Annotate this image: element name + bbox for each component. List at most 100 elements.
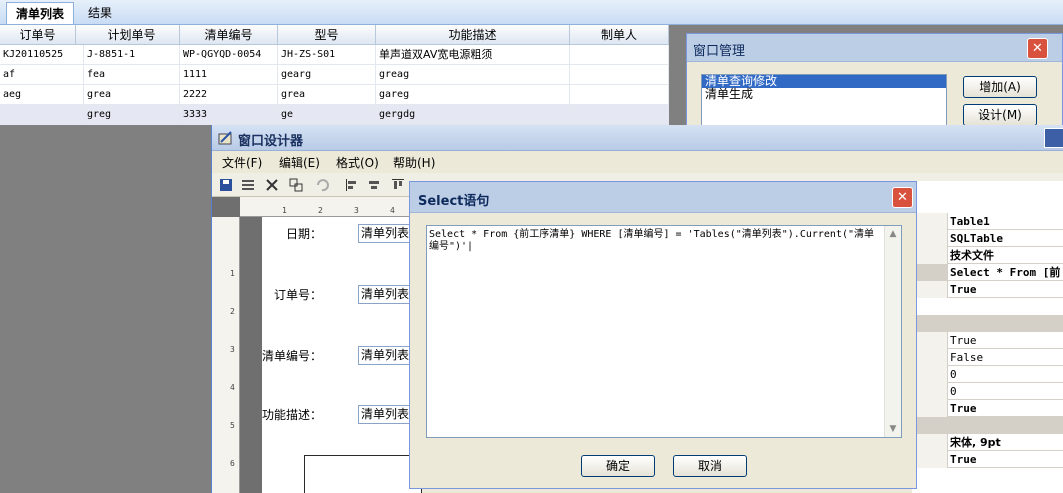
menu-help[interactable]: 帮助(H): [393, 154, 435, 171]
prop-category: [912, 315, 1063, 332]
window-manager-titlebar[interactable]: 窗口管理 ✕: [687, 34, 1062, 62]
cell: KJ20110525: [0, 45, 84, 65]
prop-row[interactable]: True: [912, 281, 1063, 298]
delete-icon[interactable]: [264, 177, 280, 193]
scrollbar[interactable]: ▲ ▼: [884, 226, 901, 437]
grid-header: 订单号 计划单号 清单编号 型号 功能描述 制单人: [0, 25, 669, 45]
cell: [570, 85, 669, 105]
form-surface[interactable]: 日期： 清单列表 订单号： 清单列表 清单编号： 清单列表 功能描述： 清单列表: [262, 217, 422, 493]
ruler-label: 4: [390, 206, 395, 215]
tab-order-list[interactable]: 清单列表: [6, 2, 74, 24]
table-row[interactable]: aeg grea 2222 grea gareg: [0, 85, 669, 105]
menu-file[interactable]: 文件(F): [222, 154, 262, 171]
align-top-icon[interactable]: [390, 177, 406, 193]
design-canvas[interactable]: 1 2 3 4 1 2 3 4 5 6 日期： 清单列表 订单号： 清单列表 清…: [212, 197, 422, 493]
prop-row[interactable]: 技术文件: [912, 247, 1063, 264]
ok-button[interactable]: 确定: [581, 455, 655, 477]
window-manager-dialog: 窗口管理 ✕ 清单查询修改 清单生成 增加(A) 设计(M): [686, 33, 1063, 129]
sql-editor[interactable]: Select * From {前工序清单} WHERE [清单编号] = 'Ta…: [426, 225, 902, 438]
prop-row[interactable]: SQLTable: [912, 230, 1063, 247]
header-list-no[interactable]: 清单编号: [180, 25, 278, 45]
cancel-button[interactable]: 取消: [673, 455, 747, 477]
cell: 单声道双AV宽电源粗须: [376, 45, 570, 65]
scroll-up-icon[interactable]: ▲: [886, 227, 900, 241]
close-icon[interactable]: ✕: [1027, 38, 1048, 59]
sql-text[interactable]: Select * From {前工序清单} WHERE [清单编号] = 'Ta…: [429, 229, 881, 253]
cell: ge: [278, 105, 376, 125]
table-row[interactable]: greg 3333 ge gergdg: [0, 105, 669, 125]
menu-edit[interactable]: 编辑(E): [279, 154, 320, 171]
close-icon[interactable]: ✕: [892, 187, 913, 208]
window-list[interactable]: 清单查询修改 清单生成: [701, 74, 947, 129]
window-manager-title: 窗口管理: [693, 44, 746, 59]
ruler-label: 5: [230, 421, 235, 430]
window-button-icon[interactable]: [1044, 128, 1063, 148]
prop-row[interactable]: Table1: [912, 213, 1063, 230]
prop-value: SQLTable: [950, 232, 1003, 245]
cell: J-8851-1: [84, 45, 180, 65]
order-grid: 订单号 计划单号 清单编号 型号 功能描述 制单人 KJ20110525 J-8…: [0, 25, 669, 125]
align-center-icon[interactable]: [366, 177, 382, 193]
prop-value: Select * From [前: [950, 266, 1061, 279]
prop-row[interactable]: True: [912, 400, 1063, 417]
ruler-label: 6: [230, 459, 235, 468]
header-plan-no[interactable]: 计划单号: [84, 25, 180, 45]
header-function[interactable]: 功能描述: [376, 25, 570, 45]
ruler-top: 1 2 3 4: [240, 197, 422, 217]
prop-value: False: [950, 351, 984, 364]
prop-row[interactable]: 0: [912, 383, 1063, 400]
prop-row[interactable]: Select * From [前: [912, 264, 1063, 281]
design-button[interactable]: 设计(M): [963, 104, 1037, 126]
header-model[interactable]: 型号: [278, 25, 376, 45]
cell: grea: [278, 85, 376, 105]
prop-row[interactable]: False: [912, 349, 1063, 366]
cell: JH-ZS-S01: [278, 45, 376, 65]
field-label: 日期：: [285, 227, 322, 241]
cell: gergdg: [376, 105, 570, 125]
align-left-icon[interactable]: [344, 177, 360, 193]
prop-value: 0: [950, 385, 957, 398]
scroll-down-icon[interactable]: ▼: [886, 422, 900, 436]
prop-row[interactable]: 宋体, 9pt: [912, 434, 1063, 451]
cell: 1111: [180, 65, 278, 85]
select-dialog-titlebar[interactable]: Select语句 ✕: [410, 182, 916, 213]
prop-value: 0: [950, 368, 957, 381]
table-row[interactable]: KJ20110525 J-8851-1 WP-QGYQD-0054 JH-ZS-…: [0, 45, 669, 65]
cell: 3333: [180, 105, 278, 125]
ruler-label: 3: [354, 206, 359, 215]
prop-row[interactable]: True: [912, 332, 1063, 349]
cell: [570, 65, 669, 85]
ruler-label: 4: [230, 383, 235, 392]
cell: af: [0, 65, 84, 85]
designer-titlebar[interactable]: 窗口设计器: [212, 125, 1063, 151]
select-dialog-title: Select语句: [418, 194, 490, 209]
prop-value: True: [950, 334, 977, 347]
prop-row[interactable]: True: [912, 451, 1063, 468]
menu-format[interactable]: 格式(O): [336, 154, 379, 171]
ruler-label: 1: [282, 206, 287, 215]
undo-icon[interactable]: [314, 177, 330, 193]
selected-control[interactable]: [304, 455, 422, 493]
ruler-left: 1 2 3 4 5 6: [212, 217, 240, 493]
cell: aeg: [0, 85, 84, 105]
save-icon[interactable]: [218, 177, 234, 193]
prop-value: 宋体, 9pt: [950, 436, 1001, 449]
copy-icon[interactable]: [288, 177, 304, 193]
ruler-label: 2: [318, 206, 323, 215]
list-item[interactable]: 清单生成: [702, 88, 946, 101]
tab-result[interactable]: 结果: [80, 2, 120, 24]
cell: gearg: [278, 65, 376, 85]
prop-value: True: [950, 453, 977, 466]
ruler-label: 2: [230, 307, 235, 316]
properties-icon[interactable]: [240, 177, 256, 193]
prop-value: Table1: [950, 215, 990, 228]
header-order-no[interactable]: 订单号: [0, 25, 76, 45]
cell: greg: [84, 105, 180, 125]
prop-value: 技术文件: [950, 249, 994, 262]
cell: greag: [376, 65, 570, 85]
add-button[interactable]: 增加(A): [963, 76, 1037, 98]
menu-bar: 文件(F) 编辑(E) 格式(O) 帮助(H): [212, 151, 1063, 173]
table-row[interactable]: af fea 1111 gearg greag: [0, 65, 669, 85]
prop-row[interactable]: 0: [912, 366, 1063, 383]
header-creator[interactable]: 制单人: [570, 25, 669, 45]
